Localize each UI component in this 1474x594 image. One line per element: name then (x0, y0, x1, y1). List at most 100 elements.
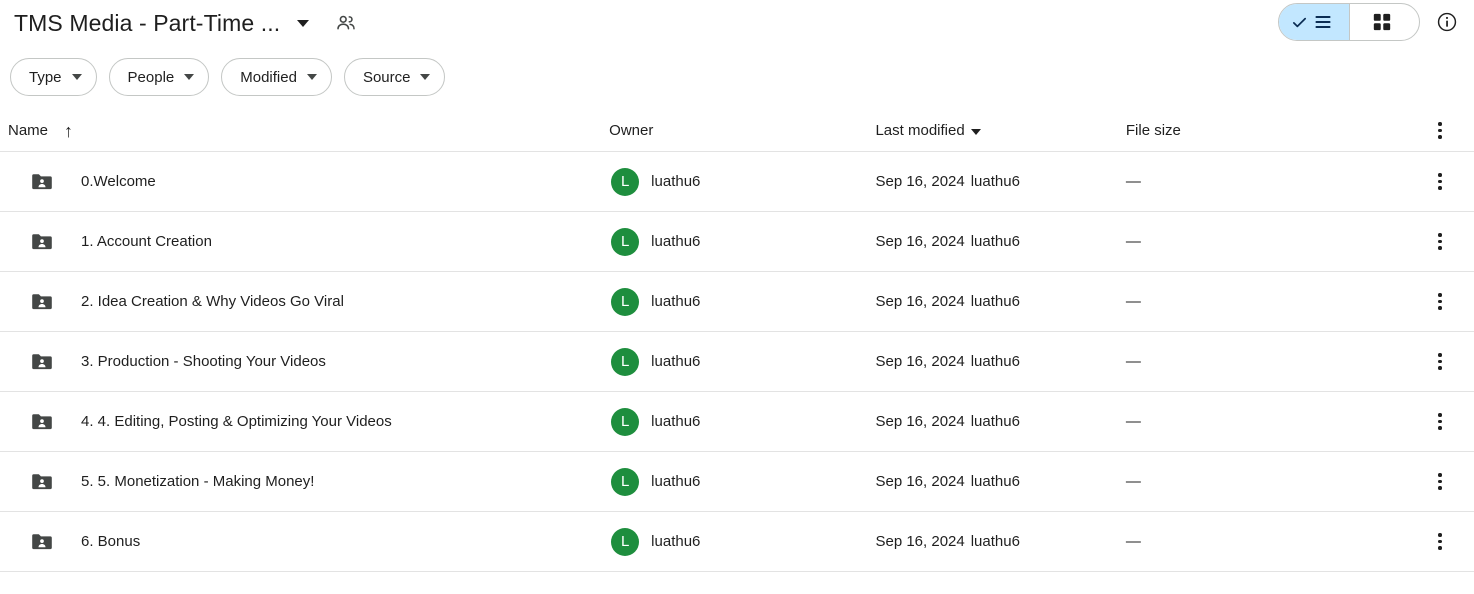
row-file-size-cell: — (1124, 473, 1422, 490)
column-header-owner-label: Owner (609, 122, 654, 139)
row-name-cell: 2. Idea Creation & Why Videos Go Viral (0, 290, 609, 314)
kebab-dot (1438, 366, 1442, 370)
row-file-size: — (1125, 293, 1141, 310)
row-more-actions-button[interactable] (1422, 164, 1458, 200)
filter-chip-type[interactable]: Type (10, 58, 97, 96)
table-row[interactable]: 6. Bonus L luathu6 Sep 16, 2024 luathu6 … (0, 512, 1474, 572)
avatar: L (611, 287, 640, 316)
row-more-actions-button[interactable] (1422, 524, 1458, 560)
avatar: L (611, 347, 640, 376)
kebab-dot (1438, 128, 1442, 133)
row-modified-date: Sep 16, 2024 (875, 173, 965, 190)
row-modified-user: luathu6 (970, 173, 1020, 190)
avatar: L (611, 527, 640, 556)
row-more-actions-button[interactable] (1422, 284, 1458, 320)
title-dropdown-button[interactable] (286, 6, 320, 40)
row-file-size: — (1125, 233, 1141, 250)
table-row[interactable]: 1. Account Creation L luathu6 Sep 16, 20… (0, 212, 1474, 272)
table-row[interactable]: 5. 5. Monetization - Making Money! L lua… (0, 452, 1474, 512)
table-row[interactable]: 4. 4. Editing, Posting & Optimizing Your… (0, 392, 1474, 452)
column-header-name[interactable]: Name ↑ (0, 122, 609, 140)
row-file-name[interactable]: 1. Account Creation (81, 233, 212, 250)
table-row[interactable]: 3. Production - Shooting Your Videos L l… (0, 332, 1474, 392)
filter-chip-people[interactable]: People (108, 58, 210, 96)
row-owner-cell: L luathu6 (609, 167, 875, 196)
row-file-size: — (1125, 173, 1141, 190)
kebab-dot (1438, 359, 1442, 364)
row-owner-name: luathu6 (651, 533, 701, 550)
column-header-owner[interactable]: Owner (609, 122, 875, 139)
row-modified-date: Sep 16, 2024 (875, 233, 965, 250)
table-header-row: Name ↑ Owner Last modified File size (0, 110, 1474, 152)
kebab-dot (1438, 546, 1442, 550)
row-file-name[interactable]: 6. Bonus (81, 533, 140, 550)
kebab-dot (1438, 473, 1442, 477)
filter-chip-source[interactable]: Source (343, 58, 446, 96)
row-modified-user: luathu6 (970, 413, 1020, 430)
row-file-name[interactable]: 5. 5. Monetization - Making Money! (81, 473, 314, 490)
shared-people-button[interactable] (328, 5, 364, 41)
chevron-down-icon (184, 74, 195, 80)
row-more-actions-button[interactable] (1422, 404, 1458, 440)
row-file-size: — (1125, 533, 1141, 550)
row-modified-date: Sep 16, 2024 (875, 533, 965, 550)
column-header-last-modified-label: Last modified (875, 122, 965, 139)
details-info-button[interactable] (1428, 3, 1466, 41)
row-last-modified-cell: Sep 16, 2024 luathu6 (875, 353, 1123, 370)
row-last-modified-cell: Sep 16, 2024 luathu6 (875, 233, 1123, 250)
kebab-dot (1438, 293, 1442, 297)
kebab-dot (1438, 486, 1442, 490)
list-options-menu-button[interactable] (1422, 113, 1458, 149)
kebab-dot (1438, 246, 1442, 250)
chevron-down-icon (420, 74, 431, 80)
kebab-dot (1438, 413, 1442, 417)
page-title[interactable]: TMS Media - Part-Time ... (10, 7, 286, 39)
column-header-file-size[interactable]: File size (1124, 122, 1422, 139)
column-header-last-modified[interactable]: Last modified (875, 122, 1123, 139)
row-file-size-cell: — (1124, 533, 1422, 550)
chevron-down-icon (71, 74, 82, 80)
info-circle-icon (1437, 12, 1457, 32)
kebab-dot (1438, 135, 1442, 139)
row-file-size: — (1125, 413, 1141, 430)
filter-chip-modified-label: Modified (240, 68, 297, 86)
column-header-name-label: Name (8, 122, 49, 139)
list-view-button[interactable] (1279, 4, 1349, 40)
filter-chip-people-label: People (127, 68, 175, 86)
kebab-dot (1438, 233, 1442, 237)
row-more-actions-button[interactable] (1422, 344, 1458, 380)
grid-view-icon (1373, 13, 1390, 31)
row-name-cell: 6. Bonus (0, 530, 609, 554)
grid-view-button[interactable] (1349, 4, 1419, 40)
people-shared-icon (337, 15, 355, 30)
filter-chip-type-label: Type (29, 68, 62, 86)
row-modified-date: Sep 16, 2024 (875, 293, 965, 310)
row-file-name[interactable]: 2. Idea Creation & Why Videos Go Viral (81, 293, 344, 310)
row-last-modified-cell: Sep 16, 2024 luathu6 (875, 293, 1123, 310)
filter-chip-bar: Type People Modified Source (0, 46, 1474, 110)
row-file-name[interactable]: 4. 4. Editing, Posting & Optimizing Your… (81, 413, 392, 430)
file-list-table: Name ↑ Owner Last modified File size 0.W… (0, 110, 1474, 572)
row-modified-date: Sep 16, 2024 (875, 353, 965, 370)
avatar: L (611, 227, 640, 256)
column-header-file-size-label: File size (1125, 122, 1181, 139)
sort-ascending-icon[interactable]: ↑ (64, 122, 73, 140)
row-modified-user: luathu6 (970, 293, 1020, 310)
row-file-name[interactable]: 0.Welcome (81, 173, 156, 190)
kebab-dot (1438, 306, 1442, 310)
kebab-dot (1438, 353, 1442, 357)
row-modified-user: luathu6 (970, 473, 1020, 490)
shared-folder-icon (32, 293, 52, 309)
row-file-name[interactable]: 3. Production - Shooting Your Videos (81, 353, 326, 370)
table-row[interactable]: 2. Idea Creation & Why Videos Go Viral L… (0, 272, 1474, 332)
view-toggle (1278, 3, 1420, 41)
row-file-size-cell: — (1124, 173, 1422, 190)
row-actions-cell (1422, 224, 1474, 260)
row-more-actions-button[interactable] (1422, 464, 1458, 500)
row-modified-user: luathu6 (970, 233, 1020, 250)
kebab-dot (1438, 179, 1442, 184)
filter-chip-modified[interactable]: Modified (221, 58, 332, 96)
table-row[interactable]: 0.Welcome L luathu6 Sep 16, 2024 luathu6… (0, 152, 1474, 212)
row-more-actions-button[interactable] (1422, 224, 1458, 260)
row-owner-cell: L luathu6 (609, 407, 875, 436)
